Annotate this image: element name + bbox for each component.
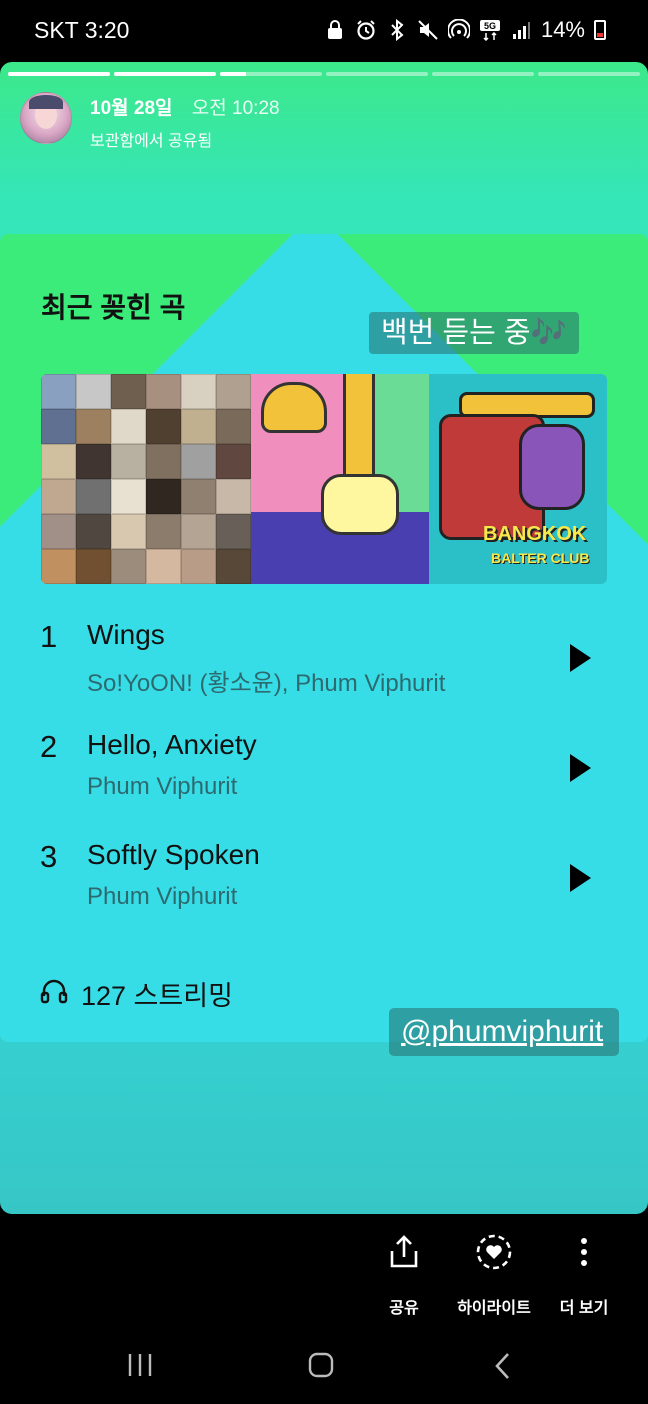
card-title: 최근 꽂힌 곡: [41, 292, 186, 323]
album-art-collage: [41, 374, 251, 584]
share-icon: [359, 1232, 449, 1272]
play-icon[interactable]: [566, 861, 594, 895]
album-art-strip: BANGKOK BALTER CLUB: [41, 374, 607, 584]
progress-segment: [538, 72, 640, 76]
battery-percent: 14%: [540, 17, 585, 42]
text-sticker[interactable]: 백번 듣는 중🎶: [369, 312, 579, 354]
progress-segment: [432, 72, 534, 76]
more-label: 더 보기: [559, 1300, 609, 1317]
track-number: 1: [40, 619, 58, 654]
play-icon[interactable]: [566, 641, 594, 675]
home-button[interactable]: [307, 1352, 335, 1378]
more-icon: [539, 1232, 629, 1272]
streams-label: 127 스트리밍: [81, 981, 233, 1011]
carrier-time: SKT 3:20: [34, 17, 130, 43]
track-artist: Phum Viphurit: [87, 773, 238, 800]
share-button[interactable]: 공유: [359, 1232, 449, 1318]
story-viewer[interactable]: 10월 28일 오전 10:28 보관함에서 공유됨 최근 꽂힌 곡 백번 듣는…: [0, 62, 648, 1214]
highlight-icon: [449, 1232, 539, 1272]
lock-icon: [324, 19, 346, 41]
story-time: 오전 10:28: [191, 98, 280, 119]
track-row[interactable]: 3 Softly Spoken Phum Viphurit: [0, 839, 648, 939]
highlight-label: 하이라이트: [457, 1300, 531, 1317]
network-5g-icon: 5G: [479, 19, 501, 41]
track-title: Hello, Anxiety: [87, 729, 257, 760]
status-bar: SKT 3:20 5G 14%: [0, 0, 648, 62]
track-title: Wings: [87, 619, 165, 650]
progress-segment: [8, 72, 110, 76]
track-row[interactable]: 2 Hello, Anxiety Phum Viphurit: [0, 729, 648, 829]
hotspot-icon: [447, 19, 470, 41]
bluetooth-icon: [386, 19, 408, 41]
play-icon[interactable]: [566, 751, 594, 785]
track-number: 3: [40, 839, 58, 874]
avatar[interactable]: [20, 92, 72, 144]
music-share-card[interactable]: 최근 꽂힌 곡 백번 듣는 중🎶 BANGKOK BALTER CLUB 1 W…: [0, 234, 648, 1042]
streams-count: 127 스트리밍: [40, 974, 233, 1013]
signal-icon: [510, 19, 532, 41]
headphones-icon: [40, 978, 68, 1009]
track-artist: Phum Viphurit: [87, 883, 238, 910]
progress-segment: [220, 72, 322, 76]
svg-text:5G: 5G: [484, 21, 496, 31]
album-logo-subtext: BALTER CLUB: [491, 550, 590, 566]
battery-icon: [594, 20, 606, 40]
status-icons: 5G 14%: [324, 17, 606, 43]
story-subtitle: 보관함에서 공유됨: [90, 133, 213, 150]
album-logo-text: BANGKOK: [483, 523, 587, 545]
progress-segment: [114, 72, 216, 76]
track-artist: So!YoON! (황소윤), Phum Viphurit: [87, 670, 446, 697]
story-date: 10월 28일: [90, 98, 173, 119]
progress-segment: [326, 72, 428, 76]
story-header: 10월 28일 오전 10:28 보관함에서 공유됨: [20, 92, 280, 151]
recents-button[interactable]: [126, 1352, 154, 1378]
mention-sticker[interactable]: @phumviphurit: [389, 1008, 620, 1056]
alarm-icon: [355, 19, 377, 41]
track-row[interactable]: 1 Wings So!YoON! (황소윤), Phum Viphurit: [0, 619, 648, 719]
back-button[interactable]: [492, 1352, 514, 1380]
share-label: 공유: [389, 1300, 419, 1317]
album-art-bangkok: BANGKOK BALTER CLUB: [429, 374, 607, 584]
system-nav-bar: [0, 1324, 648, 1404]
mute-icon: [417, 19, 439, 41]
track-title: Softly Spoken: [87, 839, 260, 870]
story-progress: [8, 72, 640, 76]
more-button[interactable]: 더 보기: [539, 1232, 629, 1318]
album-art-giraffe: [251, 374, 429, 584]
story-action-bar: 공유 하이라이트 더 보기: [0, 1214, 648, 1324]
track-number: 2: [40, 729, 58, 764]
highlight-button[interactable]: 하이라이트: [449, 1232, 539, 1318]
